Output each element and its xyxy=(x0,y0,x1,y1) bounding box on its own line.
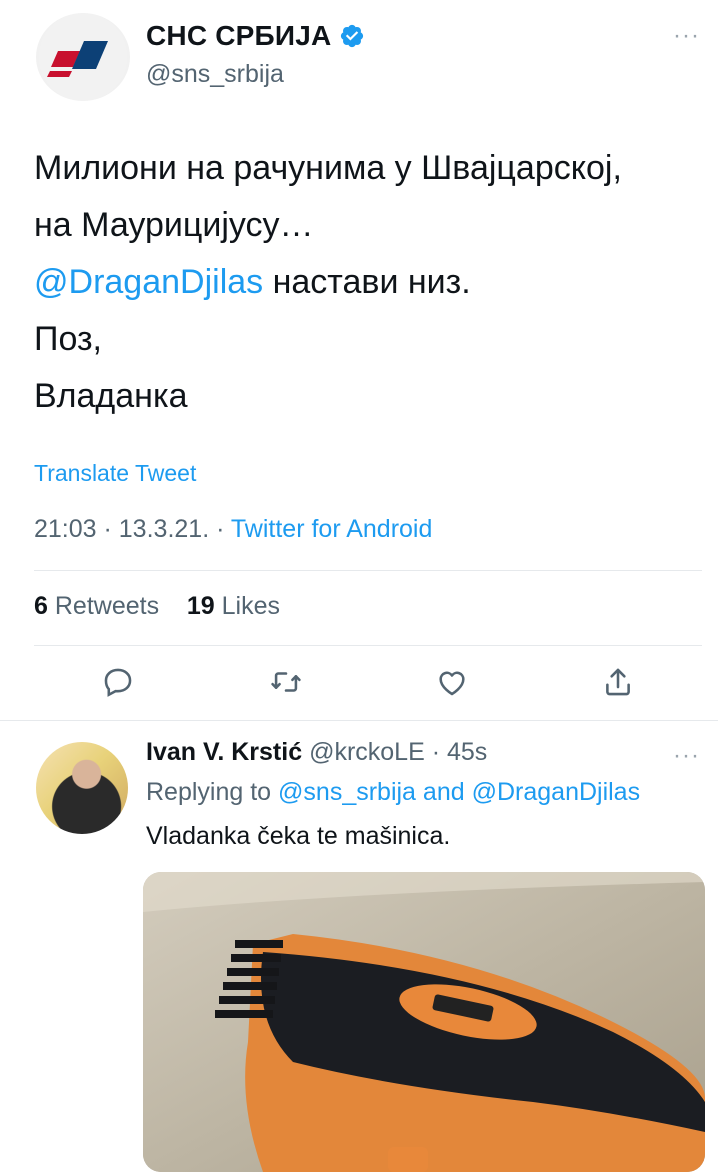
replying-mention-1[interactable]: @sns_srbija xyxy=(278,778,416,806)
hair-clipper-photo xyxy=(143,872,705,1172)
retweets-count: 6 xyxy=(34,592,48,620)
retweets-label: Retweets xyxy=(54,592,160,620)
tweet-text: Милиони на рачунима у Швајцарској, на Ма… xyxy=(34,140,704,425)
mention-link[interactable]: @DraganDjilas xyxy=(34,263,263,301)
reply-header: Ivan V. Krstić @krckoLE · 45s xyxy=(146,738,487,767)
tweet-line-2: на Маурицијусу… xyxy=(34,206,314,244)
more-options-icon[interactable]: ··· xyxy=(673,22,700,50)
reply-author-handle[interactable]: @krckoLE xyxy=(309,738,425,766)
reply-icon[interactable] xyxy=(96,660,140,704)
tweet-date: 13.3.21. xyxy=(118,515,210,543)
replying-and: and xyxy=(422,778,465,806)
author-avatar[interactable] xyxy=(36,13,130,101)
replying-prefix: Replying to xyxy=(146,778,272,806)
share-icon[interactable] xyxy=(596,660,640,704)
replying-mention-2[interactable]: @DraganDjilas xyxy=(472,778,641,806)
author-name-row[interactable]: СНС СРБИЈА xyxy=(146,20,365,52)
reply-more-options-icon[interactable]: ··· xyxy=(673,742,700,770)
meta-separator: · xyxy=(209,515,231,543)
tweet-source-link[interactable]: Twitter for Android xyxy=(231,515,432,543)
retweet-icon[interactable] xyxy=(264,660,308,704)
retweets-stat[interactable]: 6 Retweets xyxy=(34,592,159,620)
tweet-line-3-text: настави низ. xyxy=(263,263,471,301)
reply-separator: · xyxy=(424,738,447,766)
replying-to: Replying to @sns_srbija and @DraganDjila… xyxy=(146,778,640,807)
reply-author-avatar[interactable] xyxy=(36,742,128,834)
reply-media-image[interactable] xyxy=(143,872,705,1172)
tweet-stats: 6 Retweets 19 Likes xyxy=(34,592,280,621)
divider xyxy=(34,645,702,646)
reply-text: Vladanka čeka te mašinica. xyxy=(146,822,451,850)
tweet-line-1: Милиони на рачунима у Швајцарској, xyxy=(34,149,622,187)
tweet-line-3: @DraganDjilas настави низ. xyxy=(34,254,704,311)
sns-logo-icon xyxy=(39,13,127,101)
reply-age: 45s xyxy=(446,738,488,766)
author-handle[interactable]: @sns_srbija xyxy=(146,60,284,89)
meta-separator: · xyxy=(96,515,119,543)
tweet-line-5: Владанка xyxy=(34,377,188,415)
likes-label: Likes xyxy=(221,592,281,620)
likes-count: 19 xyxy=(186,592,215,620)
likes-stat[interactable]: 19 Likes xyxy=(187,592,280,620)
tweet-time: 21:03 xyxy=(34,515,97,543)
divider xyxy=(34,570,702,571)
tweet-line-4: Поз, xyxy=(34,320,102,358)
reply-author-name[interactable]: Ivan V. Krstić xyxy=(146,738,302,766)
author-display-name[interactable]: СНС СРБИЈА xyxy=(146,20,331,52)
tweet-actions xyxy=(34,660,702,710)
like-icon[interactable] xyxy=(430,660,474,704)
verified-badge-icon xyxy=(339,23,365,49)
translate-tweet-link[interactable]: Translate Tweet xyxy=(34,460,196,487)
tweet-meta: 21:03 · 13.3.21. · Twitter for Android xyxy=(34,515,432,544)
section-divider xyxy=(0,720,718,721)
